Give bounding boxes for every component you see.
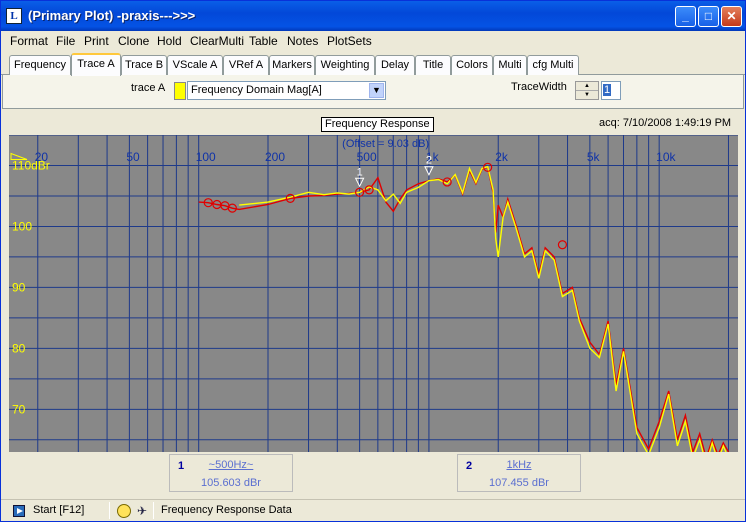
menu-table[interactable]: Table — [249, 34, 278, 48]
menu-plotsets[interactable]: PlotSets — [327, 34, 372, 48]
spin-up-icon[interactable]: ▲ — [576, 82, 598, 91]
frequency-response-chart[interactable]: 20 50 100 200 500 1k 2k 5k 10k 110dBr 100 90 80 70 (Of… — [9, 135, 738, 452]
menu-hold[interactable]: Hold — [157, 34, 182, 48]
trace-source-select[interactable]: Frequency Domain Mag[A] ▼ — [187, 81, 386, 100]
menu-bar: Format File Print Clone Hold ClearMulti … — [1, 31, 745, 51]
status-bar: Start [F12] ✈ Frequency Response Data — [1, 499, 745, 521]
tab-trace-b[interactable]: Trace B — [121, 55, 167, 75]
marker-label: 1 — [357, 166, 363, 178]
y-tick-label: 90 — [12, 280, 26, 294]
clock-icon[interactable] — [117, 504, 131, 518]
minimize-button[interactable]: _ — [675, 6, 696, 27]
marker-frequency[interactable]: ~500Hz~ — [170, 459, 292, 471]
tab-vref-a[interactable]: VRef A — [223, 55, 269, 75]
menu-clearmulti[interactable]: ClearMulti — [190, 34, 244, 48]
menu-print[interactable]: Print — [84, 34, 109, 48]
trace-width-spinner[interactable]: ▲ ▼ — [575, 81, 599, 100]
trace-color-swatch[interactable] — [174, 82, 186, 100]
menu-file[interactable]: File — [56, 34, 75, 48]
marker-value: 105.603 dBr — [201, 477, 261, 489]
offset-label: (Offset = 9.03 dB) — [342, 138, 429, 150]
plot-title[interactable]: Frequency Response — [321, 117, 434, 132]
tab-trace-a[interactable]: Trace A — [71, 53, 121, 76]
x-tick-label: 200 — [265, 150, 285, 164]
tab-vscale-a[interactable]: VScale A — [167, 55, 223, 75]
tab-strip: Frequency Trace A Trace B VScale A VRef … — [1, 53, 745, 76]
trace-label: trace A — [131, 82, 166, 94]
tab-multi[interactable]: Multi — [493, 55, 527, 75]
x-tick-label: 2k — [495, 150, 509, 164]
status-separator — [153, 502, 154, 519]
acquisition-timestamp: acq: 7/10/2008 1:49:19 PM — [599, 117, 732, 129]
trace-source-value: Frequency Domain Mag[A] — [191, 84, 322, 96]
title-bar[interactable]: L (Primary Plot) -praxis--->>> _ □ ✕ — [1, 1, 745, 31]
chart-svg: 20 50 100 200 500 1k 2k 5k 10k110dBr100908070(Of… — [9, 135, 738, 452]
menu-clone[interactable]: Clone — [118, 34, 149, 48]
tab-title[interactable]: Title — [415, 55, 451, 75]
data-point-marker — [557, 240, 568, 250]
status-separator — [109, 502, 110, 519]
menu-format[interactable]: Format — [10, 34, 48, 48]
running-man-icon[interactable]: ✈ — [135, 503, 149, 519]
app-icon: L — [6, 8, 22, 24]
y-tick-label: 80 — [12, 341, 26, 355]
marker-readout-2[interactable]: 2 1kHz 107.455 dBr — [457, 454, 581, 492]
x-tick-label: 5k — [587, 150, 601, 164]
chevron-down-icon[interactable]: ▼ — [369, 83, 384, 98]
y-tick-label: 100 — [12, 219, 32, 233]
close-button[interactable]: ✕ — [721, 6, 742, 27]
tab-frequency[interactable]: Frequency — [9, 55, 71, 75]
x-tick-label: 10k — [656, 150, 676, 164]
y-tick-label: 70 — [12, 402, 26, 416]
tab-weighting[interactable]: Weighting — [315, 55, 375, 75]
x-tick-label: 100 — [196, 150, 216, 164]
marker-label: 2 — [426, 155, 432, 167]
marker-frequency[interactable]: 1kHz — [458, 459, 580, 471]
status-text: Frequency Response Data — [161, 504, 292, 516]
trace-width-input[interactable]: 1 — [601, 81, 621, 100]
start-icon[interactable] — [13, 505, 25, 517]
tab-delay[interactable]: Delay — [375, 55, 415, 75]
window-title: (Primary Plot) -praxis--->>> — [28, 8, 196, 23]
start-button-label[interactable]: Start [F12] — [33, 504, 84, 516]
marker-readout-1[interactable]: 1 ~500Hz~ 105.603 dBr — [169, 454, 293, 492]
y-tick-label: 110dBr — [12, 158, 50, 172]
x-tick-label: 50 — [126, 150, 140, 164]
tab-markers[interactable]: Markers — [269, 55, 315, 75]
trace-width-label: TraceWidth — [511, 81, 567, 93]
maximize-button[interactable]: □ — [698, 6, 719, 27]
menu-notes[interactable]: Notes — [287, 34, 318, 48]
main-window: L (Primary Plot) -praxis--->>> _ □ ✕ For… — [0, 0, 746, 522]
tab-colors[interactable]: Colors — [451, 55, 493, 75]
tab-cfg-multi[interactable]: cfg Multi — [527, 55, 579, 75]
spin-down-icon[interactable]: ▼ — [576, 91, 598, 100]
marker-value: 107.455 dBr — [489, 477, 549, 489]
x-tick-label: 500 — [357, 150, 377, 164]
